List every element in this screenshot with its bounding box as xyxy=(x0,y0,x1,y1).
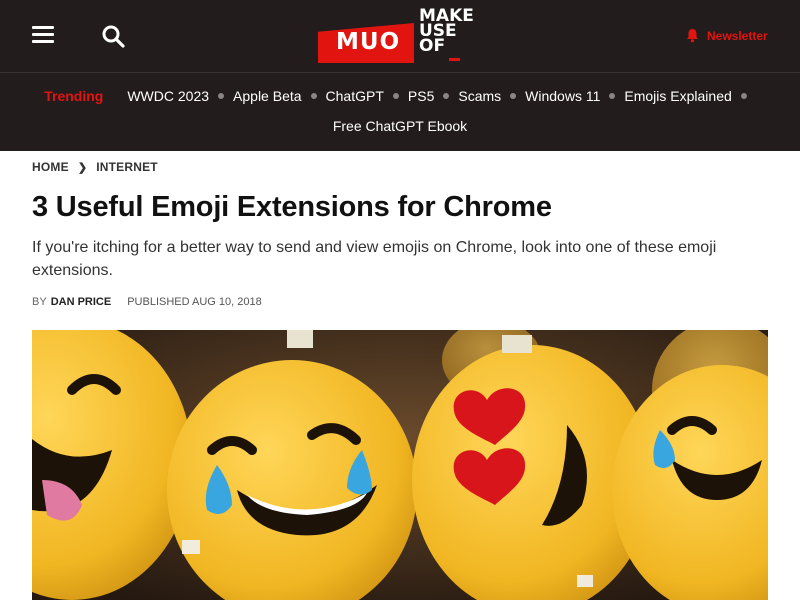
logo-wordmark: MAKE USE OF xyxy=(419,6,474,56)
chevron-right-icon: ❯ xyxy=(77,161,88,174)
separator-dot xyxy=(510,93,517,99)
trending-link[interactable]: Emojis Explained xyxy=(624,88,731,104)
hero-image xyxy=(32,330,768,600)
trending-bar: Trending WWDC 2023 Apple Beta ChatGPT PS… xyxy=(0,73,800,151)
site-logo[interactable]: MUO MAKE USE OF xyxy=(318,6,484,63)
hamburger-menu-icon[interactable] xyxy=(32,26,54,44)
article-meta: BY DAN PRICE PUBLISHED AUG 10, 2018 xyxy=(32,296,768,308)
breadcrumb-internet[interactable]: INTERNET xyxy=(96,160,158,174)
search-icon[interactable] xyxy=(101,24,125,48)
breadcrumb: HOME ❯ INTERNET xyxy=(32,151,768,174)
trending-link[interactable]: ChatGPT xyxy=(326,88,384,104)
newsletter-button[interactable]: Newsletter xyxy=(686,28,768,43)
trending-row-2: Free ChatGPT Ebook xyxy=(0,105,800,135)
separator-dot xyxy=(392,93,399,99)
logo-underline xyxy=(449,58,460,61)
article-excerpt: If you're itching for a better way to se… xyxy=(32,239,717,279)
separator-dot xyxy=(740,93,747,99)
author-link[interactable]: DAN PRICE xyxy=(51,296,112,308)
trending-link[interactable]: Apple Beta xyxy=(233,88,302,104)
separator-dot xyxy=(609,93,616,99)
breadcrumb-home[interactable]: HOME xyxy=(32,160,69,174)
article-title: 3 Useful Emoji Extensions for Chrome xyxy=(32,191,552,223)
byline-prefix: BY xyxy=(32,296,47,308)
trending-row-1: Trending WWDC 2023 Apple Beta ChatGPT PS… xyxy=(0,73,800,105)
logo-muo-text: MUO xyxy=(336,29,401,55)
trending-label: Trending xyxy=(44,88,104,104)
site-header: MUO MAKE USE OF Newsletter xyxy=(0,0,800,73)
newsletter-label: Newsletter xyxy=(707,28,768,43)
trending-link[interactable]: Scams xyxy=(458,88,501,104)
trending-link[interactable]: WWDC 2023 xyxy=(127,88,209,104)
trending-link[interactable]: Windows 11 xyxy=(525,88,600,104)
separator-dot xyxy=(218,93,225,99)
article-header: HOME ❯ INTERNET 3 Useful Emoji Extension… xyxy=(0,151,800,308)
separator-dot xyxy=(310,93,317,99)
bell-icon xyxy=(687,29,698,43)
published-date: PUBLISHED AUG 10, 2018 xyxy=(127,296,262,308)
trending-link[interactable]: Free ChatGPT Ebook xyxy=(333,118,467,134)
trending-link[interactable]: PS5 xyxy=(408,88,434,104)
separator-dot xyxy=(443,93,450,99)
